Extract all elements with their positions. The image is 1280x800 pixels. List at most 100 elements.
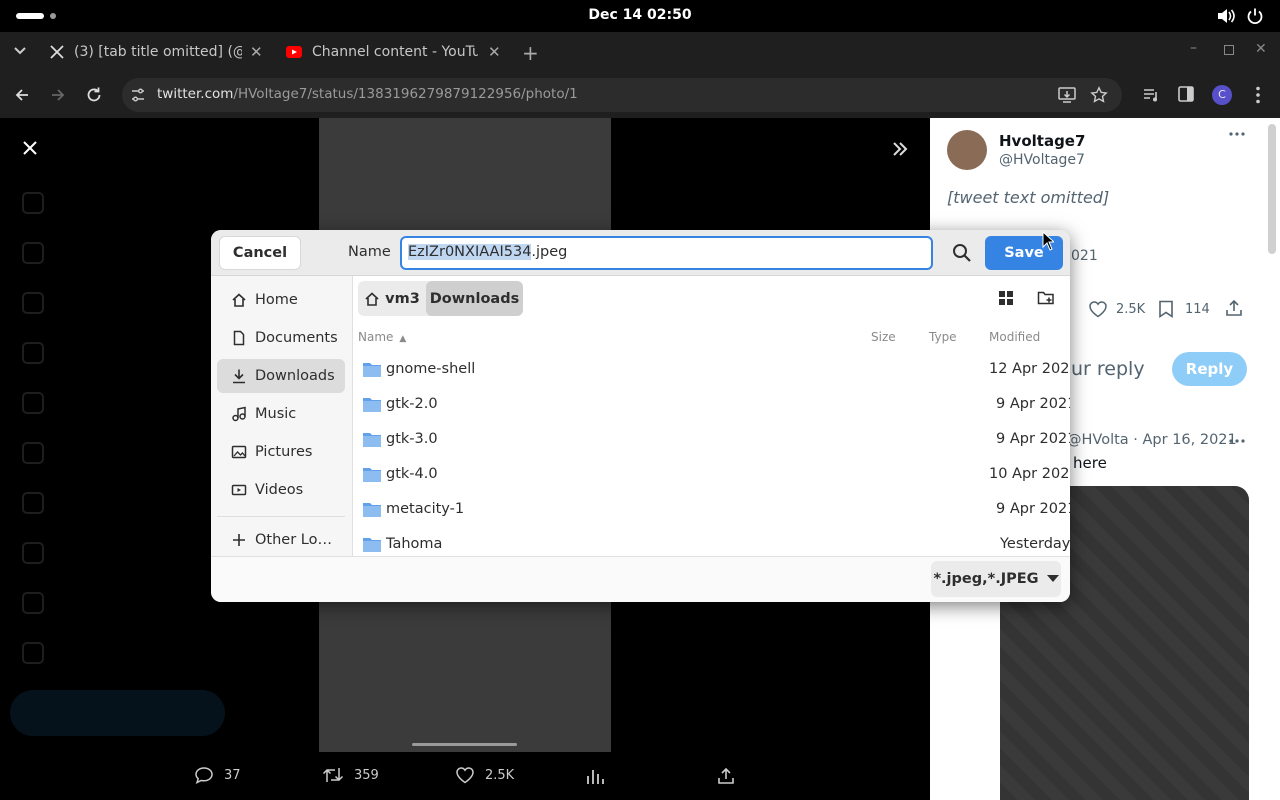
minimize-icon[interactable]: – <box>1190 40 1197 56</box>
forward-arrow-icon[interactable] <box>50 87 66 103</box>
file-modified: 9 Apr 2021 <box>996 396 1070 412</box>
new-folder-icon[interactable] <box>1037 290 1055 306</box>
grid-view-icon[interactable] <box>999 291 1013 305</box>
document-icon <box>233 330 245 346</box>
more-options-icon[interactable] <box>1229 132 1245 136</box>
column-header-modified[interactable]: Modified <box>989 330 1040 344</box>
table-row[interactable]: gtk-4.0 10 Apr 2021 <box>354 457 1070 492</box>
dialog-footer: *.jpeg,*.JPEG <box>211 556 1070 602</box>
maximize-icon[interactable] <box>1224 45 1234 55</box>
folder-icon <box>363 468 381 482</box>
tab-title: (3) [tab title omitted] (@GA <box>74 44 242 60</box>
folder-icon <box>363 398 381 412</box>
file-name: gnome-shell <box>386 361 476 377</box>
reply-button[interactable]: Reply <box>1172 352 1247 386</box>
sidebar-item-other-locations[interactable]: Other Lo… <box>217 523 345 557</box>
heart-icon[interactable] <box>1088 300 1108 318</box>
video-icon <box>231 484 247 496</box>
display-name[interactable]: Hvoltage7 <box>999 132 1085 150</box>
plus-icon <box>233 534 245 546</box>
sidebar-item-music[interactable]: Music <box>217 397 345 431</box>
sidebar-item-videos[interactable]: Videos <box>217 473 345 507</box>
picture-icon <box>231 445 247 459</box>
chevron-down-icon <box>1046 575 1059 582</box>
retweet-action[interactable]: 359 <box>322 766 379 784</box>
file-type-filter-value: *.jpeg,*.JPEG <box>933 571 1039 587</box>
avatar[interactable] <box>947 130 987 170</box>
user-handle[interactable]: @HVoltage7 <box>999 152 1085 168</box>
side-panel-icon[interactable] <box>1178 86 1194 102</box>
close-tab-icon[interactable]: ✕ <box>488 43 501 61</box>
power-icon[interactable] <box>1246 7 1264 25</box>
window-close-icon[interactable]: ✕ <box>1255 41 1267 57</box>
cancel-button[interactable]: Cancel <box>219 236 301 270</box>
profile-avatar[interactable]: C <box>1212 85 1232 105</box>
bookmark-icon[interactable] <box>1158 300 1174 318</box>
share-icon[interactable] <box>1225 299 1243 317</box>
retweet-count: 359 <box>354 767 379 783</box>
table-row[interactable]: Tahoma Yesterday <box>354 527 1070 556</box>
nav-messages-icon <box>22 342 44 364</box>
path-segment-downloads[interactable]: Downloads <box>426 281 523 316</box>
reply-input[interactable]: ur reply <box>1071 358 1145 380</box>
media-controls-icon[interactable] <box>1142 86 1160 104</box>
table-row[interactable]: gtk-2.0 9 Apr 2021 <box>354 387 1070 422</box>
reload-icon[interactable] <box>85 86 103 104</box>
address-bar[interactable]: twitter.com/HVoltage7/status/13831962798… <box>122 78 1122 112</box>
sidebar-item-downloads[interactable]: Downloads <box>217 359 345 393</box>
x-logo-icon <box>50 45 64 59</box>
path-segment-home[interactable]: vm3 <box>358 281 426 316</box>
more-options-icon[interactable] <box>1229 439 1245 443</box>
reply-count: 37 <box>224 767 241 783</box>
nav-communities-icon <box>22 492 44 514</box>
clock[interactable]: Dec 14 02:50 <box>0 7 1280 23</box>
like-count: 2.5K <box>1116 302 1146 317</box>
share-icon[interactable] <box>717 767 735 785</box>
install-app-icon[interactable] <box>1058 87 1076 103</box>
file-name: gtk-3.0 <box>386 431 438 447</box>
tab-search-chevron-icon[interactable] <box>13 46 27 56</box>
like-action[interactable]: 2.5K <box>455 766 514 784</box>
volume-icon[interactable] <box>1216 7 1236 25</box>
panel-scrollbar[interactable] <box>1268 124 1276 254</box>
sidebar-item-pictures[interactable]: Pictures <box>217 435 345 469</box>
tab-title: Channel content - YouTu <box>312 44 478 60</box>
url-text: twitter.com/HVoltage7/status/13831962798… <box>157 86 578 102</box>
search-icon[interactable] <box>952 243 972 263</box>
column-header-size[interactable]: Size <box>871 330 896 344</box>
column-header-name[interactable]: Name ▲ <box>358 330 406 344</box>
reply-icon <box>195 767 213 784</box>
sidebar-item-documents[interactable]: Documents <box>217 321 345 355</box>
analytics-icon[interactable] <box>586 768 604 784</box>
close-tab-icon[interactable]: ✕ <box>250 43 263 61</box>
file-modified: 9 Apr 2021 <box>996 431 1070 447</box>
new-tab-plus-icon[interactable]: + <box>522 41 539 65</box>
column-header-type[interactable]: Type <box>929 330 957 344</box>
url-host: twitter.com <box>157 86 234 102</box>
table-row[interactable]: gnome-shell 12 Apr 2021 <box>354 352 1070 387</box>
file-modified: 9 Apr 2021 <box>996 501 1070 517</box>
path-bar: vm3 Downloads <box>358 281 523 316</box>
tab-youtube[interactable]: Channel content - YouTu ✕ <box>282 36 508 68</box>
file-type-filter-dropdown[interactable]: *.jpeg,*.JPEG <box>931 561 1061 597</box>
menu-kebab-icon[interactable] <box>1256 86 1260 104</box>
sidebar-item-label: Documents <box>255 330 338 346</box>
sidebar-item-label: Pictures <box>255 444 313 460</box>
collapse-panel-icon[interactable] <box>889 138 911 160</box>
reply-action[interactable]: 37 <box>194 766 241 784</box>
sidebar-item-label: Home <box>255 292 298 308</box>
back-arrow-icon[interactable] <box>14 87 30 103</box>
sidebar-item-home[interactable]: Home <box>217 283 345 317</box>
tab-twitter[interactable]: (3) [tab title omitted] (@GA ✕ <box>44 36 270 68</box>
sidebar-item-label: Videos <box>255 482 304 498</box>
folder-icon <box>363 503 381 517</box>
bookmark-star-icon[interactable] <box>1090 86 1108 104</box>
filename-extension: .jpeg <box>531 244 568 260</box>
site-info-icon[interactable] <box>130 87 146 103</box>
filename-input[interactable]: EzIZr0NXIAAI534.jpeg <box>400 236 933 270</box>
table-row[interactable]: gtk-3.0 9 Apr 2021 <box>354 422 1070 457</box>
sidebar-divider <box>217 516 345 517</box>
folder-icon <box>363 363 381 377</box>
close-viewer-icon[interactable] <box>20 138 40 158</box>
table-row[interactable]: metacity-1 9 Apr 2021 <box>354 492 1070 527</box>
